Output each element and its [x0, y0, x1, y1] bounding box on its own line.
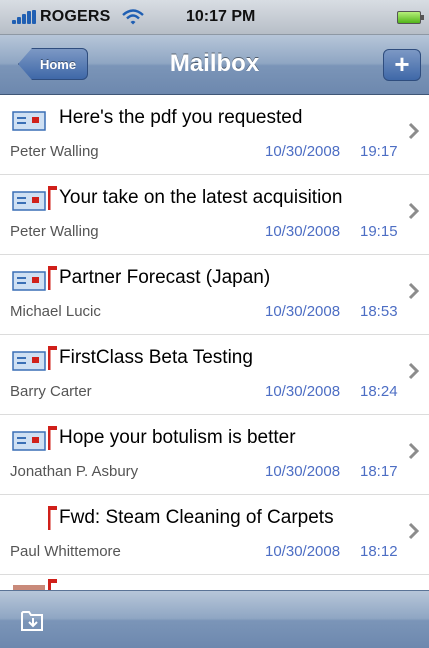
message-subject: Fwd: Steam Cleaning of Carpets [59, 507, 334, 528]
message-sender: Peter Walling [10, 143, 99, 160]
signal-strength-icon [12, 10, 38, 24]
flagged-message-icon [12, 346, 57, 371]
message-date: 10/30/2008 [265, 223, 341, 240]
message-sender: Jonathan P. Asbury [10, 463, 139, 480]
message-icon [12, 111, 46, 131]
message-subject: Hope your botulism is better [59, 427, 296, 448]
message-row[interactable]: Here's the pdf you requested Peter Wallin… [0, 95, 429, 175]
message-row[interactable]: Fwd: Steam Cleaning of Carpets Paul Whitt… [0, 495, 429, 575]
chevron-right-icon [408, 522, 420, 540]
message-date: 10/30/2008 [265, 383, 341, 400]
message-sender: Barry Carter [10, 383, 92, 400]
flagged-message-icon [12, 426, 57, 451]
message-row[interactable]: Partner Forecast (Japan) Michael Lucic 10/… [0, 255, 429, 335]
carrier-name: ROGERS [40, 8, 111, 25]
message-sender: Paul Whittemore [10, 543, 121, 560]
message-row[interactable]: Your take on the latest acquisition Peter… [0, 175, 429, 255]
message-subject: Here's the pdf you requested [59, 107, 303, 128]
chevron-right-icon [408, 202, 420, 220]
page-title: Mailbox [169, 50, 260, 77]
add-button[interactable]: + [383, 49, 421, 81]
chevron-right-icon [408, 362, 420, 380]
message-subject: FirstClass Beta Testing [59, 347, 253, 368]
chevron-right-icon [408, 122, 420, 140]
status-time: 10:17 PM [186, 8, 256, 25]
battery-icon [397, 11, 424, 24]
flagged-message-icon [48, 506, 57, 530]
message-time: 18:12 [360, 543, 398, 560]
flagged-message-icon [12, 266, 57, 291]
message-time: 18:17 [360, 463, 398, 480]
chevron-right-icon [408, 282, 420, 300]
message-sender: Peter Walling [10, 223, 99, 240]
message-date: 10/30/2008 [265, 303, 341, 320]
message-time: 18:24 [360, 383, 398, 400]
message-list: Here's the pdf you requested Peter Wallin… [0, 95, 429, 590]
bottom-toolbar [0, 590, 429, 648]
folder-move-icon[interactable] [20, 607, 46, 633]
partial-envelope-icon [13, 579, 57, 590]
navigation-bar: Home Mailbox + [0, 35, 429, 95]
message-date: 10/30/2008 [265, 543, 341, 560]
message-row[interactable]: FirstClass Beta Testing Barry Carter 10/30… [0, 335, 429, 415]
message-time: 19:15 [360, 223, 398, 240]
message-subject: Your take on the latest acquisition [59, 187, 343, 208]
message-date: 10/30/2008 [265, 463, 341, 480]
flagged-message-icon [12, 186, 57, 211]
wifi-icon [122, 9, 144, 25]
message-subject: Partner Forecast (Japan) [59, 267, 271, 288]
message-time: 19:17 [360, 143, 398, 160]
message-row[interactable]: Hope your botulism is better Jonathan P. … [0, 415, 429, 495]
chevron-right-icon [408, 442, 420, 460]
status-bar: ROGERS 10:17 PM [0, 0, 429, 35]
message-time: 18:53 [360, 303, 398, 320]
message-date: 10/30/2008 [265, 143, 341, 160]
message-sender: Michael Lucic [10, 303, 101, 320]
